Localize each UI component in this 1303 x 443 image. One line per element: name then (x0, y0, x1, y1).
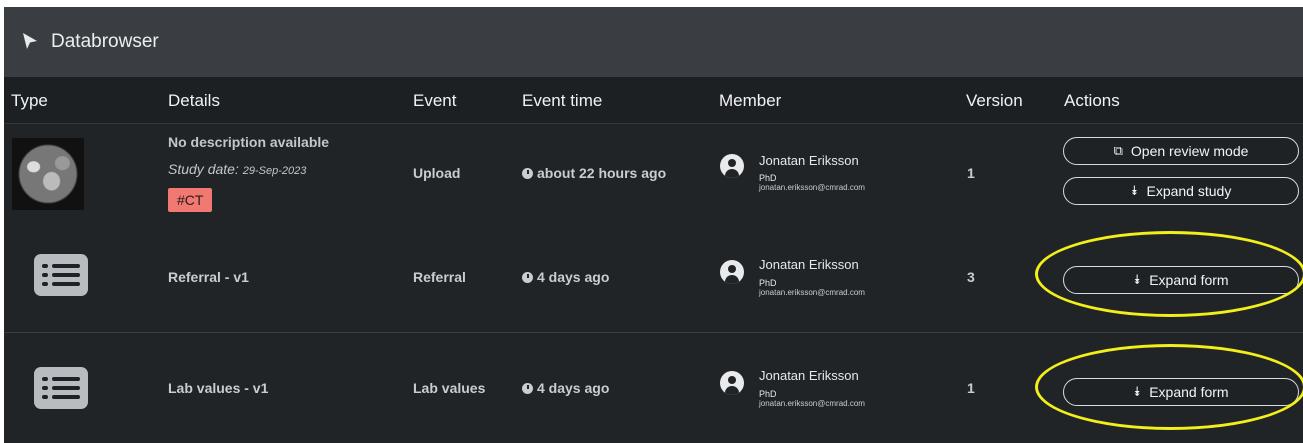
event-time: 4 days ago (522, 269, 609, 285)
list-icon (34, 367, 88, 409)
study-date-value: 29-Sep-2023 (242, 165, 307, 177)
version: 1 (967, 380, 975, 396)
expand-study-label: Expand study (1146, 183, 1232, 199)
member-email: jonatan.eriksson@cmrad.com (759, 183, 865, 192)
event-label: Referral (413, 269, 466, 285)
member-title: PhD (759, 389, 777, 399)
event-time-text: about 22 hours ago (537, 165, 667, 181)
study-date: Study date: 29-Sep-2023 (168, 161, 306, 177)
ct-thumbnail[interactable] (12, 138, 84, 210)
version: 3 (967, 269, 975, 285)
open-review-mode-label: Open review mode (1130, 143, 1249, 159)
user-avatar-icon (720, 154, 744, 178)
event-time-text: 4 days ago (537, 269, 610, 285)
clock-icon (522, 272, 533, 283)
expand-form-label: Expand form (1149, 384, 1229, 400)
col-details: Details (168, 91, 220, 110)
member-email: jonatan.eriksson@cmrad.com (759, 288, 865, 297)
open-review-mode-button[interactable]: ⧉ Open review mode (1063, 137, 1299, 165)
member-name: Jonatan Eriksson (759, 153, 859, 168)
col-type: Type (11, 91, 48, 110)
col-event: Event (413, 91, 457, 110)
col-member: Member (719, 91, 782, 110)
col-event-time: Event time (522, 91, 603, 110)
member-email: jonatan.eriksson@cmrad.com (759, 399, 865, 408)
table-row: Referral - v1 Referral 4 days ago Jonata… (4, 218, 1303, 333)
panel-title: Databrowser (51, 31, 159, 52)
study-date-label: Study date: (168, 161, 239, 177)
col-actions: Actions (1064, 91, 1120, 110)
clock-icon (522, 168, 533, 179)
member-name: Jonatan Eriksson (759, 368, 859, 383)
table-row: No description available Study date: 29-… (4, 124, 1303, 219)
user-avatar-icon (720, 260, 744, 284)
table-row: Lab values - v1 Lab values 4 days ago Jo… (4, 333, 1303, 443)
user-avatar-icon (720, 371, 744, 395)
expand-form-button[interactable]: ⯯ Expand form (1063, 266, 1299, 294)
event-label: Upload (413, 165, 461, 181)
expand-form-label: Expand form (1149, 272, 1229, 288)
double-chevron-down-icon: ⯯ (1130, 183, 1139, 198)
cursor-icon (23, 33, 37, 49)
double-chevron-down-icon: ⯯ (1133, 272, 1142, 287)
external-link-icon: ⧉ (1113, 143, 1123, 158)
table-header: Type Details Event Event time Member Ver… (4, 77, 1303, 124)
expand-form-button[interactable]: ⯯ Expand form (1063, 378, 1299, 406)
double-chevron-down-icon: ⯯ (1133, 384, 1142, 399)
event-time: about 22 hours ago (522, 165, 666, 181)
member-name: Jonatan Eriksson (759, 257, 859, 272)
details-title[interactable]: Referral - v1 (168, 269, 249, 285)
list-icon (34, 254, 88, 296)
databrowser-panel: Databrowser Type Details Event Event tim… (4, 7, 1303, 443)
event-label: Lab values (413, 380, 486, 396)
event-time-text: 4 days ago (537, 380, 610, 396)
titlebar: Databrowser (4, 7, 1303, 77)
details-title[interactable]: Lab values - v1 (168, 380, 268, 396)
clock-icon (522, 383, 533, 394)
member-title: PhD (759, 173, 777, 183)
event-time: 4 days ago (522, 380, 609, 396)
modality-tag[interactable]: #CT (168, 188, 213, 212)
version: 1 (967, 165, 975, 181)
details-description: No description available (168, 134, 330, 150)
col-version: Version (966, 91, 1023, 110)
expand-study-button[interactable]: ⯯ Expand study (1063, 177, 1299, 205)
member-title: PhD (759, 278, 777, 288)
